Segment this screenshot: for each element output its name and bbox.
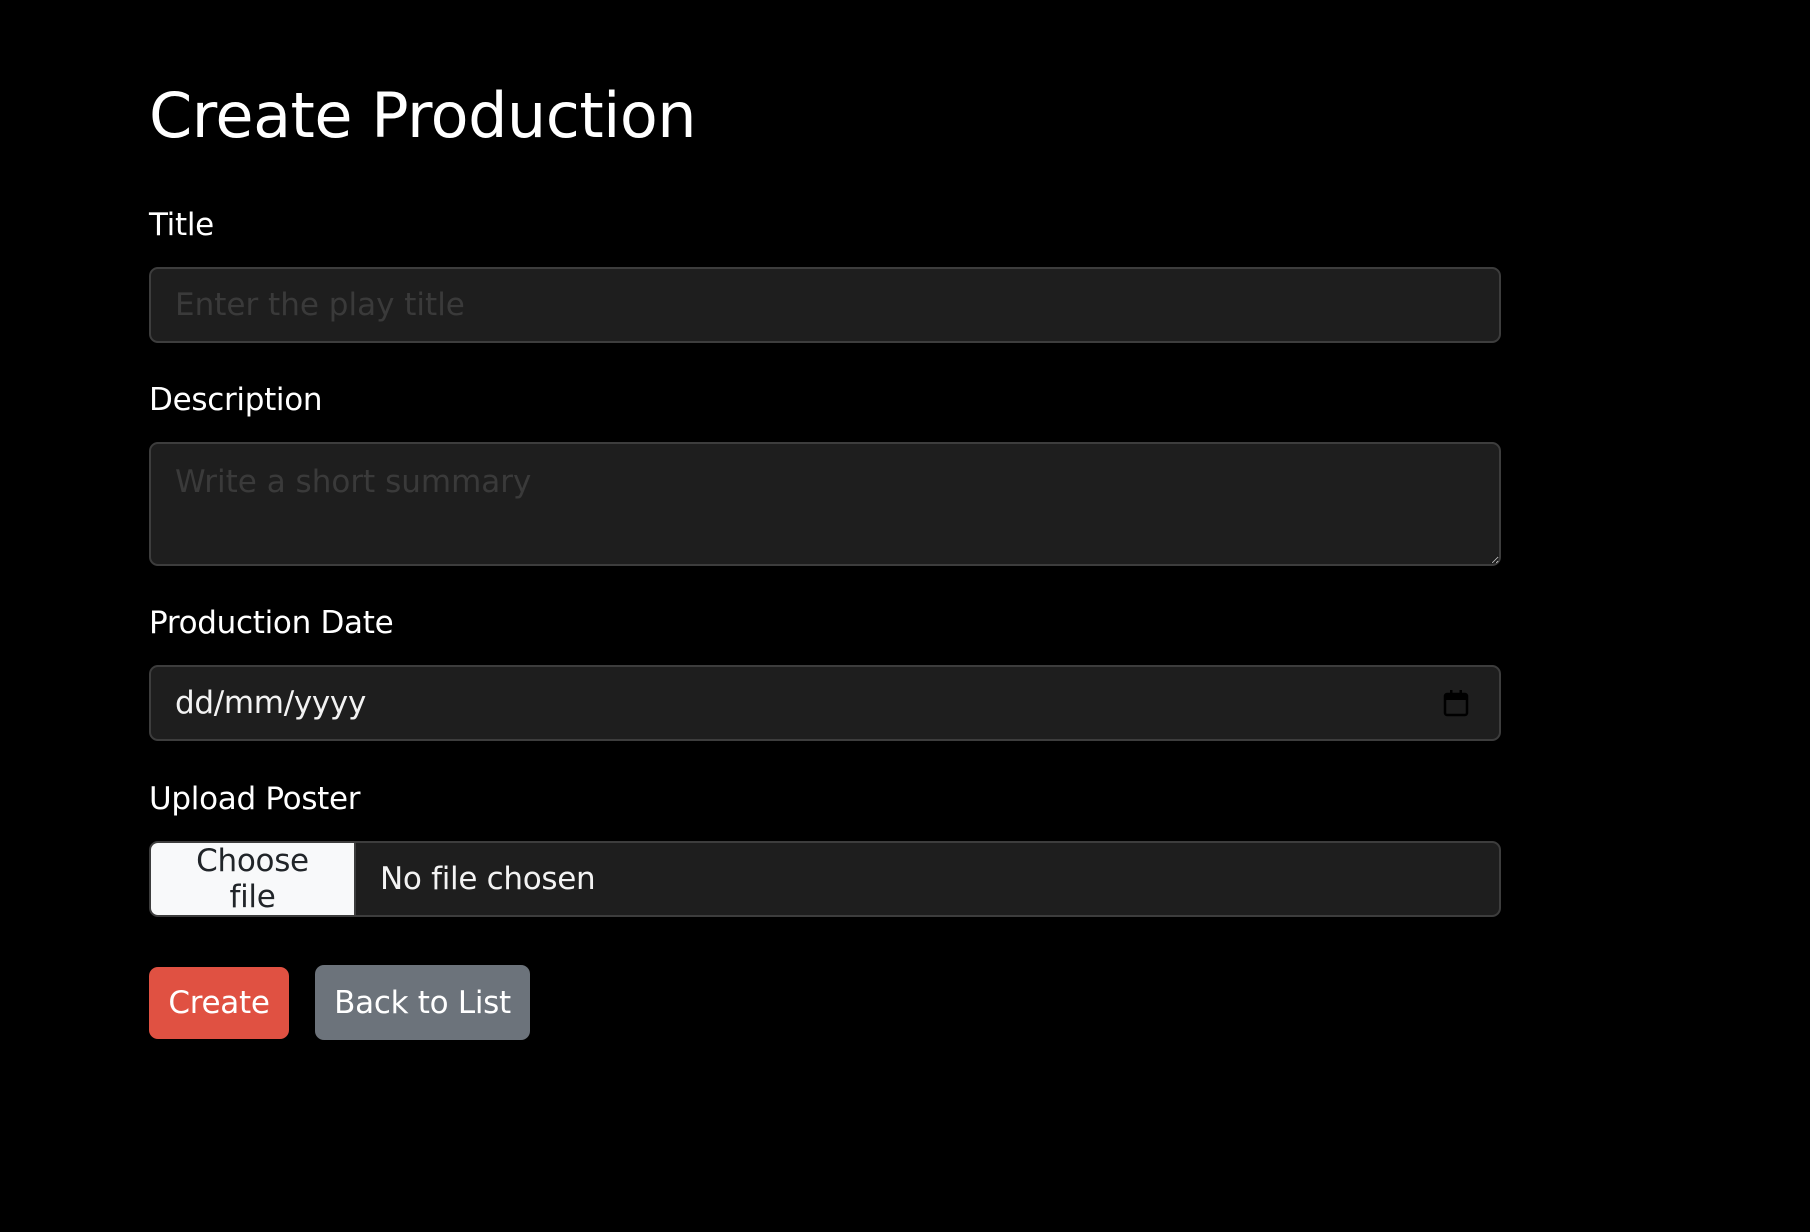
choose-file-button[interactable]: Choose file	[151, 843, 356, 915]
production-date-label: Production Date	[149, 605, 394, 641]
date-placeholder-text: dd/mm/yyyy	[175, 685, 367, 721]
upload-poster-label: Upload Poster	[149, 781, 361, 817]
file-status-text: No file chosen	[380, 861, 596, 897]
back-to-list-button[interactable]: Back to List	[315, 965, 530, 1040]
create-button[interactable]: Create	[149, 967, 289, 1039]
title-label: Title	[149, 207, 214, 243]
production-date-input[interactable]: dd/mm/yyyy	[149, 665, 1501, 741]
description-textarea[interactable]	[149, 442, 1501, 566]
description-label: Description	[149, 382, 323, 418]
poster-file-input[interactable]: Choose file No file chosen	[149, 841, 1501, 917]
title-input[interactable]	[149, 267, 1501, 343]
page-title: Create Production	[149, 79, 697, 152]
calendar-icon[interactable]	[1443, 689, 1469, 717]
